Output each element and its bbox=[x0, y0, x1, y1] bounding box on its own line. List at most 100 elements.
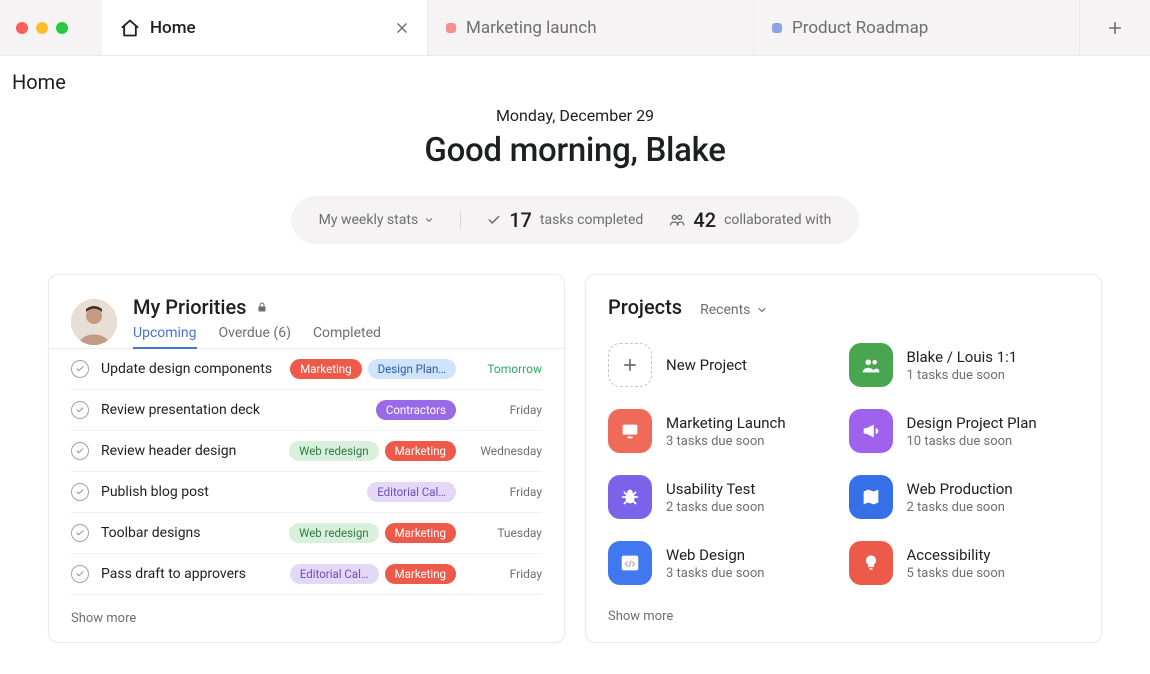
hero-date: Monday, December 29 bbox=[0, 106, 1150, 125]
projects-title: Projects bbox=[608, 295, 682, 319]
project-item[interactable]: Blake / Louis 1:11 tasks due soon bbox=[849, 343, 1080, 387]
task-check-circle[interactable] bbox=[71, 401, 89, 419]
projects-grid: New Project Blake / Louis 1:11 tasks due … bbox=[608, 343, 1079, 585]
task-tags: Marketing Design Plan… bbox=[290, 359, 456, 379]
tag[interactable]: Web redesign bbox=[289, 441, 378, 461]
priorities-tab-upcoming[interactable]: Upcoming bbox=[133, 325, 197, 349]
project-item[interactable]: Web Design3 tasks due soon bbox=[608, 541, 839, 585]
hero: Monday, December 29 Good morning, Blake … bbox=[0, 98, 1150, 244]
dashboard-cards: My Priorities Upcoming Overdue (6) Compl… bbox=[0, 244, 1150, 643]
task-title: Review presentation deck bbox=[101, 402, 364, 418]
stat-tasks-label: tasks completed bbox=[540, 212, 643, 228]
task-tags: Web redesign Marketing bbox=[289, 441, 456, 461]
tab-label: Marketing launch bbox=[466, 18, 597, 38]
new-tab-button[interactable] bbox=[1080, 0, 1150, 55]
projects-filter-dropdown[interactable]: Recents bbox=[700, 302, 768, 318]
tag[interactable]: Web redesign bbox=[289, 523, 378, 543]
project-item[interactable]: Design Project Plan10 tasks due soon bbox=[849, 409, 1080, 453]
task-title: Review header design bbox=[101, 443, 277, 459]
task-check-circle[interactable] bbox=[71, 483, 89, 501]
tag[interactable]: Editorial Cal… bbox=[367, 482, 456, 502]
project-name: New Project bbox=[666, 356, 747, 374]
stat-collab-count: 42 bbox=[693, 208, 716, 232]
project-item[interactable]: Usability Test2 tasks due soon bbox=[608, 475, 839, 519]
project-item[interactable]: Web Production2 tasks due soon bbox=[849, 475, 1080, 519]
stats-pill: My weekly stats 17 tasks completed 42 co… bbox=[291, 196, 860, 244]
project-name: Design Project Plan bbox=[907, 414, 1037, 432]
projects-show-more[interactable]: Show more bbox=[608, 585, 1079, 624]
plus-icon bbox=[1107, 20, 1123, 36]
task-tags: Contractors bbox=[376, 400, 456, 420]
projects-filter-label: Recents bbox=[700, 302, 750, 318]
task-tags: Editorial Cal… bbox=[367, 482, 456, 502]
stats-period-dropdown[interactable]: My weekly stats bbox=[319, 212, 435, 228]
project-subtitle: 2 tasks due soon bbox=[666, 500, 764, 515]
home-icon bbox=[120, 18, 140, 38]
priorities-show-more[interactable]: Show more bbox=[71, 595, 542, 626]
breadcrumb: Home bbox=[0, 56, 1150, 98]
priorities-tabs: Upcoming Overdue (6) Completed bbox=[133, 325, 381, 349]
task-row[interactable]: Toolbar designs Web redesign Marketing Tues… bbox=[71, 513, 542, 554]
task-title: Toolbar designs bbox=[101, 525, 277, 541]
task-row[interactable]: Review presentation deckContractorsFrida… bbox=[71, 390, 542, 431]
monitor-icon bbox=[608, 409, 652, 453]
project-name: Blake / Louis 1:1 bbox=[907, 348, 1018, 366]
people-icon bbox=[669, 212, 685, 228]
people-icon bbox=[849, 343, 893, 387]
tag[interactable]: Marketing bbox=[385, 564, 456, 584]
tag[interactable]: Contractors bbox=[376, 400, 456, 420]
priorities-header: My Priorities Upcoming Overdue (6) Compl… bbox=[71, 295, 542, 349]
hero-greeting: Good morning, Blake bbox=[0, 131, 1150, 170]
task-check-circle[interactable] bbox=[71, 565, 89, 583]
stats-period-label: My weekly stats bbox=[319, 212, 419, 228]
stat-collab-label: collaborated with bbox=[724, 212, 831, 228]
tab-home[interactable]: Home bbox=[102, 0, 428, 55]
task-row[interactable]: Publish blog postEditorial Cal…Friday bbox=[71, 472, 542, 513]
tag[interactable]: Marketing bbox=[385, 523, 456, 543]
priorities-tab-completed[interactable]: Completed bbox=[313, 325, 381, 349]
check-icon bbox=[487, 213, 501, 227]
tag[interactable]: Editorial Cal… bbox=[290, 564, 379, 584]
project-name: Web Production bbox=[907, 480, 1013, 498]
projects-header: Projects Recents bbox=[608, 295, 1079, 319]
code-icon bbox=[608, 541, 652, 585]
task-row[interactable]: Pass draft to approvers Editorial Cal… Mar… bbox=[71, 554, 542, 595]
traffic-light-close[interactable] bbox=[16, 22, 28, 34]
plus-icon bbox=[608, 343, 652, 387]
traffic-light-zoom[interactable] bbox=[56, 22, 68, 34]
tag[interactable]: Design Plan… bbox=[368, 359, 456, 379]
task-row[interactable]: Review header design Web redesign Marketin… bbox=[71, 431, 542, 472]
tab-label: Home bbox=[150, 18, 196, 38]
project-name: Accessibility bbox=[907, 546, 1005, 564]
task-check-circle[interactable] bbox=[71, 524, 89, 542]
tab-marketing-launch[interactable]: Marketing launch bbox=[428, 0, 754, 55]
priorities-tab-overdue[interactable]: Overdue (6) bbox=[219, 325, 291, 349]
tab-product-roadmap[interactable]: Product Roadmap bbox=[754, 0, 1080, 55]
task-due: Tuesday bbox=[468, 526, 542, 540]
task-title: Pass draft to approvers bbox=[101, 566, 278, 582]
window-tabs: Home Marketing launch Product Roadmap bbox=[102, 0, 1150, 55]
megaphone-icon bbox=[849, 409, 893, 453]
project-name: Marketing Launch bbox=[666, 414, 786, 432]
task-check-circle[interactable] bbox=[71, 442, 89, 460]
tag[interactable]: Marketing bbox=[290, 359, 361, 379]
traffic-light-minimize[interactable] bbox=[36, 22, 48, 34]
traffic-lights bbox=[0, 0, 102, 55]
task-due: Wednesday bbox=[468, 444, 542, 458]
task-list: Update design componentsMarketingDesign … bbox=[71, 349, 542, 595]
bulb-icon bbox=[849, 541, 893, 585]
task-check-circle[interactable] bbox=[71, 360, 89, 378]
projects-card: Projects Recents New Project Blake / Loui… bbox=[585, 274, 1102, 643]
avatar[interactable] bbox=[71, 299, 117, 345]
window-titlebar: Home Marketing launch Product Roadmap bbox=[0, 0, 1150, 56]
close-icon[interactable] bbox=[395, 21, 409, 35]
project-item[interactable]: Accessibility5 tasks due soon bbox=[849, 541, 1080, 585]
tab-label: Product Roadmap bbox=[792, 18, 928, 38]
tag[interactable]: Marketing bbox=[385, 441, 456, 461]
new-project-button[interactable]: New Project bbox=[608, 343, 839, 387]
task-row[interactable]: Update design componentsMarketingDesign … bbox=[71, 349, 542, 390]
project-item[interactable]: Marketing Launch3 tasks due soon bbox=[608, 409, 839, 453]
project-name: Web Design bbox=[666, 546, 764, 564]
map-icon bbox=[849, 475, 893, 519]
divider bbox=[460, 211, 461, 229]
